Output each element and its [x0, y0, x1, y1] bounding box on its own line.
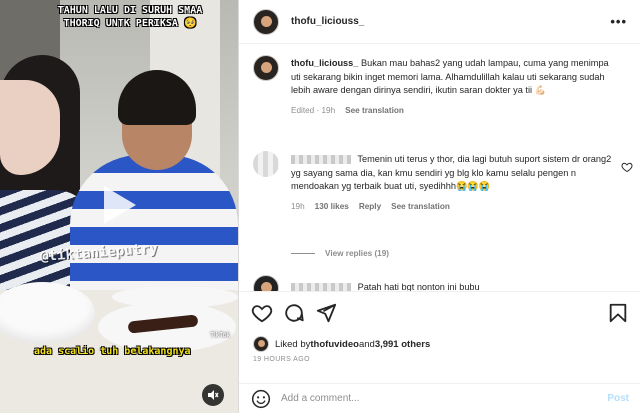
comment-meta: Edited · 19h See translation [291, 104, 613, 118]
comment-icon[interactable] [283, 302, 305, 324]
video-player[interactable]: TAHUN LALU DI SURUH SMAA THORIQ UNTK PER… [0, 0, 238, 413]
comment-text: Patah hati bgt nonton ini bubu [357, 282, 480, 291]
comment-body: Patah hati bgt nonton ini bubu [291, 281, 613, 291]
add-comment-bar: Post [239, 383, 640, 413]
comment-edited-time: Edited · 19h [291, 105, 336, 115]
post-comment-button[interactable]: Post [607, 393, 629, 404]
sound-toggle-button[interactable] [202, 384, 224, 406]
avatar[interactable] [253, 275, 279, 291]
post-panel: thofu_liciouss_ ••• thofu_liciouss_ Buka… [238, 0, 640, 413]
avatar[interactable] [253, 8, 279, 35]
video-caption-bottom: ada scalio tuh belakangnya [34, 346, 191, 357]
bookmark-icon[interactable] [607, 302, 629, 324]
heart-icon[interactable] [251, 302, 273, 324]
video-caption-top: TAHUN LALU DI SURUH SMAA THORIQ UNTK PER… [57, 5, 203, 29]
comment-username-redacted [291, 155, 351, 165]
play-icon[interactable] [92, 180, 142, 230]
post-actions: Liked by thofuvideo and 3,991 others 19 … [239, 291, 640, 363]
comment-meta: 19h 130 likes Reply See translation [291, 200, 613, 214]
see-translation-link[interactable]: See translation [345, 104, 404, 118]
liked-by-count[interactable]: 3,991 others [375, 339, 430, 350]
emoji-icon[interactable] [251, 389, 271, 409]
comment-time: 19h [291, 201, 305, 211]
liked-by-summary[interactable]: Liked by thofuvideo and 3,991 others [253, 336, 430, 352]
reply-button[interactable]: Reply [359, 200, 381, 214]
heart-icon[interactable] [621, 161, 633, 173]
post-header: thofu_liciouss_ ••• [239, 0, 640, 44]
avatar [253, 336, 269, 352]
view-replies-button[interactable]: View replies (19) [291, 249, 389, 258]
comment-input[interactable] [281, 393, 591, 404]
comments-list[interactable]: thofu_liciouss_ Bukan mau bahas2 yang ud… [239, 45, 640, 291]
video-person-man-shirt [70, 155, 238, 305]
post-timestamp[interactable]: 19 HOURS AGO [253, 356, 310, 363]
comment-body: Temenin uti terus y thor, dia lagi butuh… [291, 153, 613, 213]
post-author-username[interactable]: thofu_liciouss_ [291, 16, 364, 27]
avatar[interactable] [253, 151, 279, 177]
avatar[interactable] [253, 55, 279, 81]
see-translation-link[interactable]: See translation [391, 200, 450, 214]
liked-by-user[interactable]: thofuvideo [310, 339, 359, 350]
comment-username-redacted [291, 283, 351, 291]
liked-by-and: and [358, 338, 375, 350]
action-icons-row [251, 302, 629, 324]
liked-by-prefix: Liked by [275, 338, 311, 350]
speaker-muted-icon [208, 390, 219, 400]
tiktok-watermark: TikTok [210, 332, 230, 339]
view-replies-label: View replies (19) [325, 249, 390, 258]
more-options-icon[interactable]: ••• [610, 14, 627, 29]
view-replies-line [291, 253, 315, 254]
comment-likes-count[interactable]: 130 likes [315, 200, 349, 214]
share-icon[interactable] [315, 302, 337, 324]
comment-username[interactable]: thofu_liciouss_ [291, 58, 358, 68]
comment-body: thofu_liciouss_ Bukan mau bahas2 yang ud… [291, 57, 613, 117]
